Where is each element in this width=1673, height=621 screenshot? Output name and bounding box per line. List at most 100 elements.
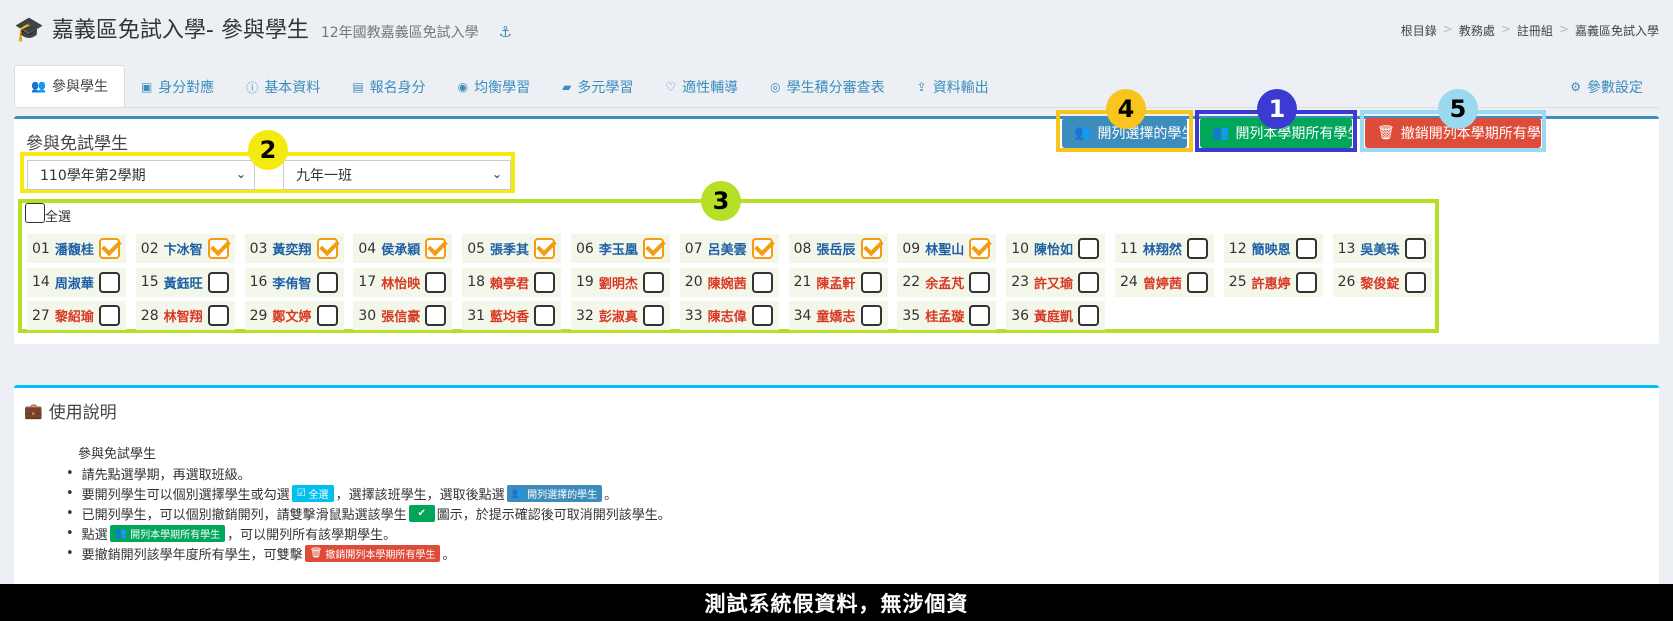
student-cell[interactable]: 08 張岳辰 [788,234,888,263]
student-cell[interactable]: 03 黃奕翔 [244,234,344,263]
breadcrumb-academic[interactable]: 教務處 [1459,22,1495,39]
student-cell[interactable]: 27 黎紹瑜 [27,301,126,330]
student-name[interactable]: 林聖山 [925,239,964,258]
student-checkbox[interactable] [860,305,882,326]
student-checkbox[interactable] [207,238,229,259]
student-checkbox[interactable] [643,305,664,326]
student-name[interactable]: 林智翔 [164,306,203,325]
student-checkbox[interactable] [316,305,338,326]
student-cell[interactable]: 07 呂美雲 [679,234,779,263]
student-name[interactable]: 侯承穎 [381,239,420,258]
student-name[interactable]: 黎俊錠 [1360,273,1399,292]
student-name[interactable]: 彭淑真 [599,306,638,325]
student-cell[interactable]: 33 陳志偉 [679,301,779,330]
student-cell[interactable]: 32 彭淑真 [571,301,670,330]
student-cell[interactable]: 02 卞冰智 [135,234,235,263]
breadcrumb-registry[interactable]: 註冊組 [1517,22,1553,39]
student-checkbox[interactable] [751,305,773,326]
student-checkbox[interactable] [316,238,338,259]
student-checkbox[interactable] [860,271,882,293]
student-name[interactable]: 陳怡如 [1034,239,1073,258]
student-cell[interactable]: 29 鄭文婷 [244,301,344,330]
student-cell[interactable]: 04 侯承穎 [353,234,453,263]
student-name[interactable]: 張岳辰 [816,239,855,258]
student-cell[interactable]: 23 許又瑜 [1006,267,1106,297]
student-cell[interactable]: 06 李玉凰 [571,234,670,263]
student-name[interactable]: 余孟芃 [925,273,964,292]
student-checkbox[interactable] [1187,271,1208,293]
student-name[interactable]: 許又瑜 [1034,273,1073,292]
student-checkbox[interactable] [1078,238,1100,259]
student-checkbox[interactable] [425,305,447,326]
tab-basic-info[interactable]: ⓘ 基本資料 [230,67,336,107]
student-name[interactable]: 鄭文婷 [272,306,311,325]
student-cell[interactable]: 11 林翔然 [1115,234,1214,263]
student-cell[interactable]: 10 陳怡如 [1006,234,1106,263]
student-cell[interactable]: 28 林智翔 [135,301,235,330]
student-checkbox[interactable] [1404,238,1426,259]
student-cell[interactable]: 30 張信豪 [353,301,453,330]
select-all[interactable]: 全選 [25,202,71,225]
student-name[interactable]: 李侑智 [272,273,311,292]
student-checkbox[interactable] [969,271,991,293]
student-name[interactable]: 藍均香 [490,306,529,325]
student-cell[interactable]: 31 藍均香 [462,301,562,330]
student-cell[interactable]: 35 桂孟璇 [897,301,997,330]
student-cell[interactable]: 15 黃鈺旺 [135,267,235,297]
student-name[interactable]: 許惠婷 [1252,273,1291,292]
tab-score-review[interactable]: ◎ 學生積分審查表 [754,67,900,107]
student-checkbox[interactable] [99,238,120,259]
student-cell[interactable]: 05 張季其 [462,234,562,263]
student-cell[interactable]: 17 林怡映 [353,267,453,297]
student-checkbox[interactable] [860,238,882,259]
student-name[interactable]: 林怡映 [381,273,420,292]
student-name[interactable]: 卞冰智 [164,239,203,258]
student-name[interactable]: 張季其 [490,239,529,258]
student-name[interactable]: 張信豪 [381,306,420,325]
student-name[interactable]: 吳美珠 [1360,239,1399,258]
student-cell[interactable]: 19 劉明杰 [571,267,670,297]
student-checkbox[interactable] [425,238,447,259]
student-cell[interactable]: 18 賴亭君 [462,267,562,297]
student-name[interactable]: 潘馥桂 [55,239,94,258]
student-checkbox[interactable] [969,238,991,259]
tab-diverse-learning[interactable]: ▰ 多元學習 [546,67,649,107]
student-checkbox[interactable] [316,271,338,293]
student-name[interactable]: 簡映恩 [1252,239,1291,258]
tab-identity-map[interactable]: ▣ 身分對應 [125,67,230,107]
student-cell[interactable]: 13 吳美珠 [1332,234,1432,263]
student-checkbox[interactable] [1187,238,1208,259]
student-checkbox[interactable] [534,305,556,326]
student-cell[interactable]: 22 余孟芃 [897,267,997,297]
student-name[interactable]: 曾婷茜 [1143,273,1182,292]
student-checkbox[interactable] [207,271,229,293]
student-cell[interactable]: 01 潘馥桂 [27,234,126,263]
student-checkbox[interactable] [99,305,120,326]
student-cell[interactable]: 34 童嬌志 [788,301,888,330]
tab-registration[interactable]: ▤ 報名身分 [336,67,441,107]
student-checkbox[interactable] [425,271,447,293]
student-name[interactable]: 劉明杰 [599,273,638,292]
breadcrumb-root[interactable]: 根目錄 [1401,22,1437,39]
student-name[interactable]: 桂孟璇 [925,306,964,325]
tab-export[interactable]: ⇪ 資料輸出 [901,67,1005,107]
student-checkbox[interactable] [1295,271,1317,293]
student-checkbox[interactable] [1078,271,1100,293]
student-cell[interactable]: 36 黃庭凱 [1006,301,1106,330]
student-name[interactable]: 童嬌志 [816,306,855,325]
student-checkbox[interactable] [751,271,773,293]
student-name[interactable]: 周淑華 [55,273,94,292]
student-cell[interactable]: 25 許惠婷 [1223,267,1323,297]
student-checkbox[interactable] [643,238,664,259]
student-checkbox[interactable] [534,238,556,259]
student-checkbox[interactable] [643,271,664,293]
student-name[interactable]: 黃庭凱 [1034,306,1073,325]
student-checkbox[interactable] [1295,238,1317,259]
anchor-icon[interactable]: ⚓ [499,23,512,41]
tab-participants[interactable]: 👥 參與學生 [14,65,125,107]
semester-select[interactable]: 110學年第2學期 ⌄ [27,160,255,190]
student-name[interactable]: 陳婉茜 [708,273,747,292]
student-cell[interactable]: 20 陳婉茜 [679,267,779,297]
student-checkbox[interactable] [534,271,556,293]
tab-balanced-learning[interactable]: ◉ 均衡學習 [442,67,546,107]
